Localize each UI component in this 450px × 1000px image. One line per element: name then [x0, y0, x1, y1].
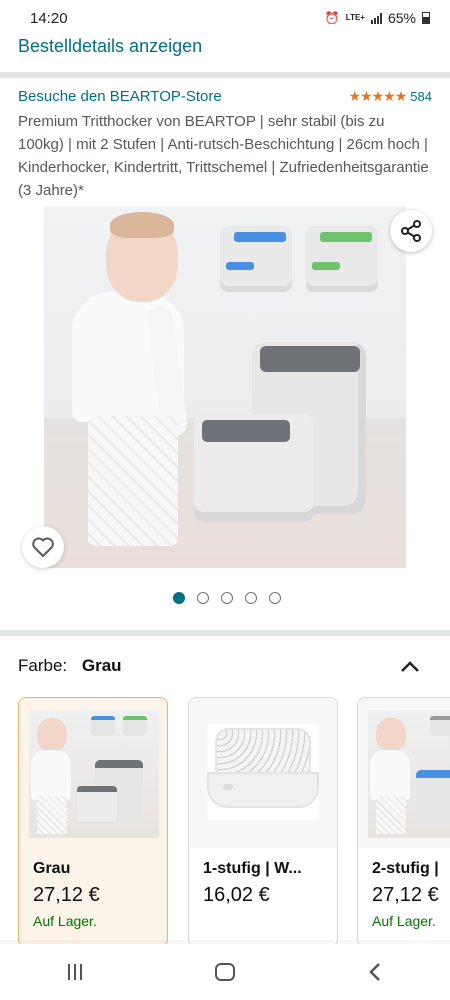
store-row: Besuche den BEARTOP-Store ★★★★★ 584 — [18, 88, 432, 105]
variant-thumbnail — [189, 698, 337, 848]
color-label: Farbe: — [18, 656, 68, 675]
variant-name: Grau — [33, 860, 71, 877]
stool-green-thumb — [306, 226, 378, 292]
home-button[interactable] — [195, 952, 255, 992]
status-time: 14:20 — [30, 9, 68, 27]
status-icons: ⏰ LTE+ 65% — [325, 10, 430, 26]
carousel-dot[interactable] — [245, 592, 257, 604]
stool-back-pad — [260, 346, 360, 372]
stool-front-pad — [202, 420, 290, 442]
product-title: Premium Tritthocker von BEARTOP | sehr s… — [18, 113, 429, 199]
chevron-up-icon[interactable] — [400, 659, 420, 673]
order-details-link[interactable]: Bestelldetails anzeigen — [18, 36, 202, 57]
variant-thumbnail — [19, 698, 167, 848]
variant-info: 2-stufig | 27,12 € Auf Lager. — [358, 848, 450, 946]
variant-thumbnail — [358, 698, 450, 848]
carousel-dot[interactable] — [221, 592, 233, 604]
back-button[interactable] — [345, 952, 405, 992]
alarm-icon: ⏰ — [324, 11, 340, 25]
store-link[interactable]: Besuche den BEARTOP-Store — [18, 88, 222, 105]
stool-blue-top-pad — [234, 232, 286, 242]
image-carousel-dots — [0, 592, 450, 604]
rating[interactable]: ★★★★★ 584 — [349, 88, 432, 105]
variant-price: 27,12 € — [33, 884, 100, 906]
child-hair — [110, 212, 174, 238]
stool-blue-thumb — [220, 226, 292, 292]
share-icon — [401, 220, 421, 242]
carousel-dot[interactable] — [173, 592, 185, 604]
color-value: Grau — [81, 656, 122, 675]
variant-image — [207, 724, 319, 820]
variant-price: 16,02 € — [203, 884, 270, 906]
variant-image — [368, 710, 450, 838]
variant-image — [29, 710, 159, 838]
product-image[interactable] — [44, 206, 406, 568]
wishlist-button[interactable] — [22, 526, 64, 568]
carousel-dot[interactable] — [269, 592, 281, 604]
variant-list: Grau 27,12 € Auf Lager. 1-stufig | W... … — [18, 697, 450, 947]
status-bar: 14:20 ⏰ LTE+ 65% — [0, 0, 450, 36]
back-icon — [369, 963, 380, 981]
variant-stock: Auf Lager. — [33, 913, 97, 929]
stool-green-top-pad — [320, 232, 372, 242]
battery-icon — [422, 12, 430, 24]
share-button[interactable] — [390, 210, 432, 252]
variant-name: 2-stufig | — [372, 860, 439, 877]
rating-count[interactable]: 584 — [410, 89, 432, 104]
system-nav-bar — [0, 944, 450, 1000]
color-selector-header[interactable]: Farbe: Grau — [18, 656, 420, 676]
variant-price: 27,12 € — [372, 884, 439, 906]
variant-info: Grau 27,12 € Auf Lager. — [19, 848, 167, 946]
network-type-label: LTE+ — [345, 13, 365, 22]
section-divider — [0, 72, 450, 78]
variant-card-2-stufig[interactable]: 2-stufig | 27,12 € Auf Lager. — [357, 697, 450, 947]
stool-green-low-pad — [312, 262, 340, 270]
stool-grey-large — [194, 342, 366, 522]
home-icon — [215, 963, 235, 981]
section-divider — [0, 630, 450, 636]
variant-card-grau[interactable]: Grau 27,12 € Auf Lager. — [18, 697, 168, 947]
signal-icon — [370, 12, 382, 24]
star-rating-icon: ★★★★★ — [348, 88, 408, 104]
heart-icon — [32, 537, 54, 557]
stool-blue-low-pad — [226, 262, 254, 270]
child-legs — [88, 416, 178, 546]
recent-apps-icon — [68, 964, 82, 980]
variant-name: 1-stufig | W... — [203, 860, 302, 877]
carousel-dot[interactable] — [197, 592, 209, 604]
variant-card-1-stufig[interactable]: 1-stufig | W... 16,02 € — [188, 697, 338, 947]
variant-info: 1-stufig | W... 16,02 € — [189, 848, 337, 946]
variant-stock: Auf Lager. — [372, 913, 436, 929]
recent-apps-button[interactable] — [45, 952, 105, 992]
battery-percent: 65% — [387, 10, 416, 26]
